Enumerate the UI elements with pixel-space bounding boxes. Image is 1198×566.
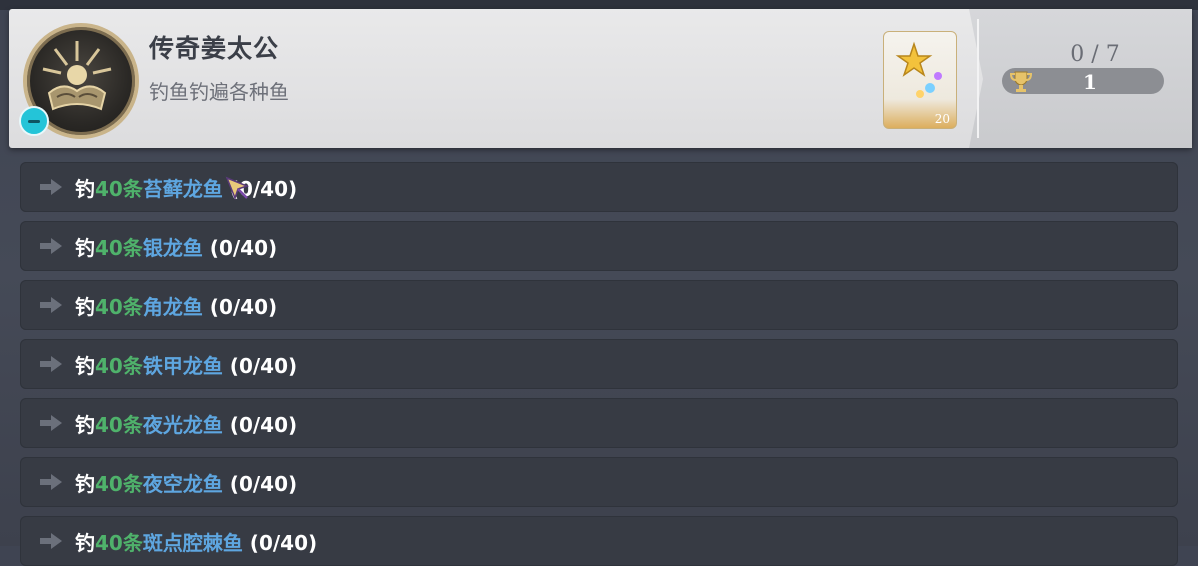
task-row[interactable]: 钓40条夜光龙鱼 (0/40) [20, 398, 1178, 448]
achievement-progress: 0 / 7 [1070, 42, 1120, 67]
task-row[interactable]: 钓40条苔藓龙鱼 (0/40) [20, 162, 1178, 212]
task-fish: 铁甲龙鱼 [142, 354, 223, 378]
task-prefix: 钓 [75, 177, 95, 201]
task-progress: (0/40) [222, 413, 298, 437]
arrow-right-icon [40, 415, 62, 431]
task-progress: (0/40) [202, 295, 278, 319]
trophy-count: 1 [1083, 70, 1097, 94]
task-text: 钓40条苔藓龙鱼 (0/40) [75, 173, 297, 202]
task-prefix: 钓 [75, 354, 95, 378]
header-divider [977, 19, 979, 138]
arrow-right-icon [40, 179, 62, 195]
task-progress: (0/40) [202, 236, 278, 260]
task-row[interactable]: 钓40条银龙鱼 (0/40) [20, 221, 1178, 271]
achievement-title: 传奇姜太公 [149, 34, 280, 63]
task-text: 钓40条夜光龙鱼 (0/40) [75, 409, 297, 438]
arrow-right-icon [40, 474, 62, 490]
task-prefix: 钓 [75, 236, 95, 260]
arrow-right-icon [40, 297, 62, 313]
task-progress: (0/40) [222, 354, 298, 378]
task-text: 钓40条斑点腔棘鱼 (0/40) [75, 527, 317, 556]
star-moon-gem-icon [895, 41, 955, 101]
task-fish: 苔藓龙鱼 [142, 177, 223, 201]
task-fish: 银龙鱼 [142, 236, 203, 260]
task-text: 钓40条铁甲龙鱼 (0/40) [75, 350, 297, 379]
task-count: 40条 [95, 531, 143, 555]
task-count: 40条 [95, 354, 143, 378]
task-count: 40条 [95, 177, 143, 201]
task-count: 40条 [95, 236, 143, 260]
task-fish: 斑点腔棘鱼 [142, 531, 243, 555]
task-prefix: 钓 [75, 413, 95, 437]
task-progress: (0/40) [242, 531, 318, 555]
achievement-description: 钓鱼钓遍各种鱼 [149, 80, 289, 104]
task-text: 钓40条角龙鱼 (0/40) [75, 291, 277, 320]
task-row[interactable]: 钓40条角龙鱼 (0/40) [20, 280, 1178, 330]
reward-item[interactable]: 20 [883, 31, 957, 129]
arrow-right-icon [40, 238, 62, 254]
task-count: 40条 [95, 295, 143, 319]
task-fish: 夜光龙鱼 [142, 413, 223, 437]
trophy-icon [1009, 71, 1033, 92]
task-count: 40条 [95, 472, 143, 496]
task-text: 钓40条银龙鱼 (0/40) [75, 232, 277, 261]
task-progress: (0/40) [222, 472, 298, 496]
task-row[interactable]: 钓40条斑点腔棘鱼 (0/40) [20, 516, 1178, 566]
task-fish: 夜空龙鱼 [142, 472, 223, 496]
task-prefix: 钓 [75, 472, 95, 496]
task-text: 钓40条夜空龙鱼 (0/40) [75, 468, 297, 497]
task-row[interactable]: 钓40条铁甲龙鱼 (0/40) [20, 339, 1178, 389]
task-row[interactable]: 钓40条夜空龙鱼 (0/40) [20, 457, 1178, 507]
task-fish: 角龙鱼 [142, 295, 203, 319]
mouse-pointer-icon [225, 176, 250, 201]
minus-icon[interactable] [19, 106, 49, 136]
task-prefix: 钓 [75, 295, 95, 319]
reward-count: 20 [934, 112, 950, 126]
arrow-right-icon [40, 356, 62, 372]
task-count: 40条 [95, 413, 143, 437]
arrow-right-icon [40, 533, 62, 549]
task-prefix: 钓 [75, 531, 95, 555]
